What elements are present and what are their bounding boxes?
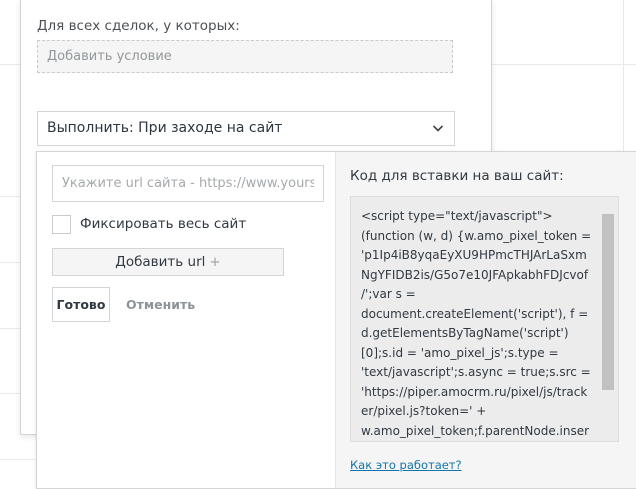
chevron-down-icon [432,125,444,132]
action-select-value: Выполнить: При заходе на сайт [47,120,283,136]
embed-code-box[interactable]: <script type="text/javascript"> (functio… [350,196,619,442]
site-url-input[interactable] [52,165,324,202]
cancel-button[interactable]: Отменить [126,287,195,322]
fix-whole-site-checkbox[interactable] [52,215,71,234]
code-scrollbar-thumb[interactable] [602,214,614,390]
add-condition-field[interactable]: Добавить условие [37,40,453,73]
fix-whole-site-label: Фиксировать весь сайт [80,216,247,232]
add-url-label: Добавить url [115,254,206,270]
site-visit-popup: Фиксировать весь сайт Добавить url+ Гото… [36,151,636,489]
how-it-works-link[interactable]: Как это работает? [350,458,462,472]
plus-icon: + [209,254,221,270]
embed-code-text[interactable]: <script type="text/javascript"> (functio… [361,207,599,441]
embed-code-title: Код для вставки на ваш сайт: [350,168,564,184]
add-url-button[interactable]: Добавить url + [52,248,284,276]
conditions-label: Для всех сделок, у которых: [37,18,240,34]
done-button[interactable]: Готово [52,287,110,322]
embed-code-panel: Код для вставки на ваш сайт: <script typ… [335,152,636,488]
action-select[interactable]: Выполнить: При заходе на сайт [37,111,455,146]
